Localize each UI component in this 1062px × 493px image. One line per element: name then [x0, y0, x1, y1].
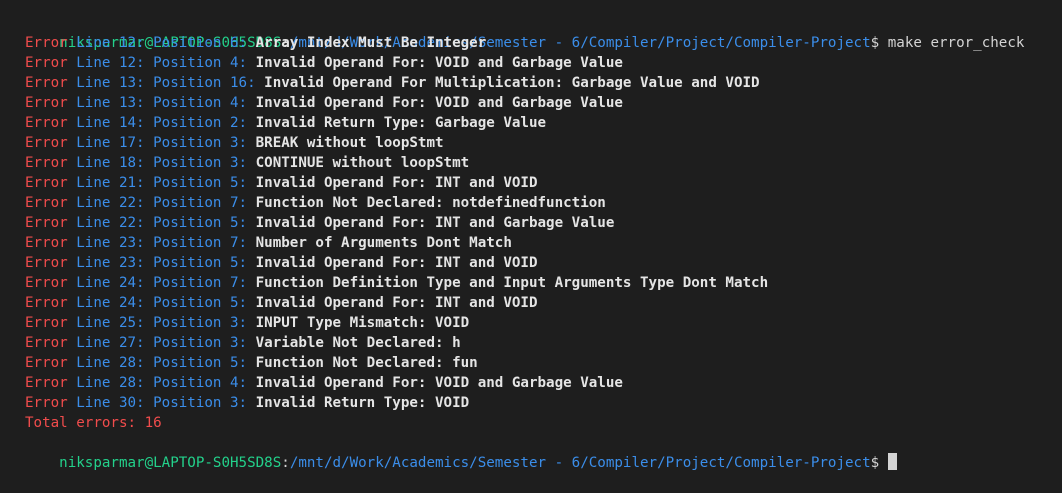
error-message: Invalid Operand For: INT and VOID [247, 295, 538, 311]
error-message: Function Not Declared: fun [247, 355, 478, 371]
error-message: Function Definition Type and Input Argum… [247, 275, 769, 291]
error-location: Line 28: Position 5: [67, 355, 248, 371]
error-line: Error Line 24: Position 7: Function Defi… [25, 273, 1062, 293]
error-location: Line 21: Position 5: [67, 175, 248, 191]
error-line: Error Line 28: Position 4: Invalid Opera… [25, 373, 1062, 393]
error-location: Line 14: Position 2: [67, 115, 248, 131]
error-line: Error Line 22: Position 7: Function Not … [25, 193, 1062, 213]
error-message: Invalid Operand For: INT and VOID [247, 175, 538, 191]
error-message: Array Index Must Be Integer [247, 35, 487, 51]
error-location: Line 23: Position 5: [67, 255, 248, 271]
error-location: Line 23: Position 7: [67, 235, 248, 251]
error-line: Error Line 24: Position 5: Invalid Opera… [25, 293, 1062, 313]
cursor-block[interactable] [887, 453, 897, 470]
error-message: Invalid Return Type: Garbage Value [247, 115, 547, 131]
error-label: Error [25, 375, 68, 391]
error-line: Error Line 13: Position 16: Invalid Oper… [25, 73, 1062, 93]
error-label: Error [25, 75, 68, 91]
error-message: Invalid Operand For: INT and VOID [247, 255, 538, 271]
error-line: Error Line 30: Position 3: Invalid Retur… [25, 393, 1062, 413]
error-label: Error [25, 355, 68, 371]
error-message: INPUT Type Mismatch: VOID [247, 315, 470, 331]
error-label: Error [25, 215, 68, 231]
error-label: Error [25, 35, 68, 51]
terminal-window[interactable]: niksparmar@LAPTOP-S0H5SD8S:/mnt/d/Work/A… [0, 0, 1062, 471]
error-label: Error [25, 255, 68, 271]
error-message: Invalid Operand For: VOID and Garbage Va… [247, 95, 623, 111]
error-label: Error [25, 155, 68, 171]
error-line: Error Line 23: Position 5: Invalid Opera… [25, 253, 1062, 273]
error-line: Error Line 18: Position 3: CONTINUE with… [25, 153, 1062, 173]
prompt-path: /mnt/d/Work/Academics/Semester - 6/Compi… [289, 455, 871, 471]
error-message: Invalid Operand For: INT and Garbage Val… [247, 215, 615, 231]
error-line: Error Line 21: Position 5: Invalid Opera… [25, 173, 1062, 193]
error-location: Line 18: Position 3: [67, 155, 248, 171]
total-errors: Total errors: 16 [25, 415, 162, 431]
error-message: Number of Arguments Dont Match [247, 235, 512, 251]
error-list: Error Line 12: Position 6: Array Index M… [25, 33, 1062, 413]
error-message: Function Not Declared: notdefinedfunctio… [247, 195, 606, 211]
error-line: Error Line 13: Position 4: Invalid Opera… [25, 93, 1062, 113]
prompt-user-host: niksparmar@LAPTOP-S0H5SD8S [59, 455, 282, 471]
error-line: Error Line 17: Position 3: BREAK without… [25, 133, 1062, 153]
error-message: Variable Not Declared: h [247, 335, 461, 351]
error-location: Line 13: Position 4: [67, 95, 248, 111]
error-label: Error [25, 315, 68, 331]
final-prompt-line[interactable]: niksparmar@LAPTOP-S0H5SD8S:/mnt/d/Work/A… [25, 433, 1062, 471]
error-location: Line 27: Position 3: [67, 335, 248, 351]
error-line: Error Line 25: Position 3: INPUT Type Mi… [25, 313, 1062, 333]
error-label: Error [25, 235, 68, 251]
prompt-symbol: $ [870, 455, 880, 471]
prompt-separator: : [281, 455, 290, 471]
error-message: Invalid Return Type: VOID [247, 395, 470, 411]
error-location: Line 22: Position 5: [67, 215, 248, 231]
error-message: BREAK without loopStmt [247, 135, 444, 151]
error-message: Invalid Operand For: VOID and Garbage Va… [247, 375, 623, 391]
error-message: CONTINUE without loopStmt [247, 155, 470, 171]
error-line: Error Line 12: Position 4: Invalid Opera… [25, 53, 1062, 73]
error-location: Line 24: Position 5: [67, 295, 248, 311]
error-label: Error [25, 195, 68, 211]
error-location: Line 30: Position 3: [67, 395, 248, 411]
error-line: Error Line 22: Position 5: Invalid Opera… [25, 213, 1062, 233]
error-label: Error [25, 335, 68, 351]
error-location: Line 17: Position 3: [67, 135, 248, 151]
error-location: Line 24: Position 7: [67, 275, 248, 291]
error-location: Line 28: Position 4: [67, 375, 248, 391]
error-label: Error [25, 395, 68, 411]
error-label: Error [25, 175, 68, 191]
error-label: Error [25, 55, 68, 71]
error-location: Line 12: Position 6: [67, 35, 248, 51]
error-location: Line 25: Position 3: [67, 315, 248, 331]
error-line: Error Line 14: Position 2: Invalid Retur… [25, 113, 1062, 133]
error-location: Line 13: Position 16: [67, 75, 256, 91]
command-text: make error_check [879, 35, 1025, 51]
error-label: Error [25, 115, 68, 131]
error-label: Error [25, 275, 68, 291]
error-label: Error [25, 135, 68, 151]
error-label: Error [25, 95, 68, 111]
command-line: niksparmar@LAPTOP-S0H5SD8S:/mnt/d/Work/A… [25, 13, 1062, 51]
error-line: Error Line 28: Position 5: Function Not … [25, 353, 1062, 373]
error-location: Line 22: Position 7: [67, 195, 248, 211]
error-location: Line 12: Position 4: [67, 55, 248, 71]
error-line: Error Line 23: Position 7: Number of Arg… [25, 233, 1062, 253]
error-line: Error Line 27: Position 3: Variable Not … [25, 333, 1062, 353]
error-label: Error [25, 295, 68, 311]
prompt-trailing-space [879, 455, 888, 471]
error-message: Invalid Operand For Multiplication: Garb… [255, 75, 760, 91]
prompt-symbol: $ [870, 35, 880, 51]
error-message: Invalid Operand For: VOID and Garbage Va… [247, 55, 623, 71]
